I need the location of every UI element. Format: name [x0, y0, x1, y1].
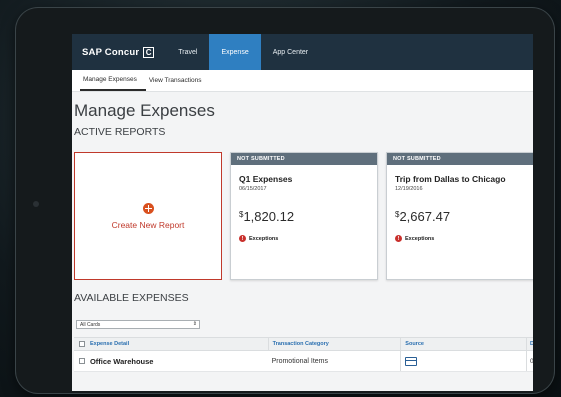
- top-navigation: SAP Concur C Travel Expense App Center: [72, 34, 533, 70]
- active-reports-heading: ACTIVE REPORTS: [74, 126, 166, 138]
- report-cards: Create New Report NOT SUBMITTED Q1 Expen…: [74, 152, 533, 280]
- available-expenses-heading: AVAILABLE EXPENSES: [74, 292, 189, 304]
- row-source: [400, 351, 526, 371]
- row-expense-detail: Office Warehouse: [89, 356, 154, 366]
- header-expense-detail[interactable]: Expense Detail: [90, 341, 268, 347]
- brand-name: SAP Concur: [82, 46, 140, 58]
- report-name: Q1 Expenses: [239, 174, 293, 184]
- exceptions-label: Exceptions: [405, 235, 435, 242]
- app-screen: SAP Concur C Travel Expense App Center M…: [72, 34, 533, 391]
- card-filter-select[interactable]: All Cards ⇕: [76, 320, 200, 329]
- exceptions-label: Exceptions: [249, 235, 279, 242]
- select-all-cell: [74, 341, 90, 347]
- tablet-frame: SAP Concur C Travel Expense App Center M…: [16, 8, 554, 393]
- credit-card-icon: [405, 356, 418, 366]
- alert-icon: !: [239, 235, 246, 242]
- tab-manage-expenses[interactable]: Manage Expenses: [80, 70, 146, 91]
- exceptions-indicator: ! Exceptions: [239, 235, 377, 242]
- row-select-cell: [74, 358, 90, 364]
- card-filter-value: All Cards: [80, 322, 101, 328]
- brand-logo[interactable]: SAP Concur C: [72, 34, 166, 70]
- select-all-checkbox[interactable]: [78, 341, 85, 347]
- nav-item-app-center[interactable]: App Center: [261, 34, 320, 70]
- create-report-card[interactable]: Create New Report: [74, 152, 222, 280]
- header-date[interactable]: Da: [526, 338, 533, 350]
- report-date: 06/15/2017: [239, 186, 267, 192]
- expenses-table: Expense Detail Transaction Category Sour…: [74, 337, 533, 372]
- table-row[interactable]: Office Warehouse Promotional Items 07: [74, 351, 533, 372]
- sub-navigation: Manage Expenses View Transactions: [72, 70, 533, 92]
- report-name: Trip from Dallas to Chicago: [395, 174, 506, 184]
- nav-item-expense[interactable]: Expense: [209, 34, 261, 70]
- page-title: Manage Expenses: [74, 101, 215, 120]
- create-report-label: Create New Report: [111, 219, 185, 230]
- brand-mark: C: [143, 46, 155, 58]
- amount-value: 2,667.47: [399, 209, 451, 224]
- select-arrows-icon: ⇕: [192, 321, 197, 327]
- report-amount: $1,820.12: [239, 209, 377, 224]
- plus-circle-icon: [142, 202, 154, 214]
- report-card[interactable]: NOT SUBMITTED Q1 Expenses 06/15/2017 $1,…: [230, 152, 378, 280]
- row-checkbox[interactable]: [78, 358, 85, 364]
- row-date: 07: [526, 351, 533, 371]
- alert-icon: !: [395, 235, 402, 242]
- report-amount: $2,667.47: [395, 209, 533, 224]
- row-transaction-category: Promotional Items: [271, 357, 328, 365]
- table-header: Expense Detail Transaction Category Sour…: [74, 337, 533, 351]
- exceptions-indicator: ! Exceptions: [395, 235, 533, 242]
- report-date: 12/19/2016: [395, 186, 423, 192]
- camera-dot: [33, 201, 39, 207]
- report-status: NOT SUBMITTED: [231, 153, 377, 165]
- tab-view-transactions[interactable]: View Transactions: [146, 70, 211, 91]
- report-status: NOT SUBMITTED: [387, 153, 533, 165]
- nav-item-travel[interactable]: Travel: [166, 34, 209, 70]
- amount-value: 1,820.12: [243, 209, 295, 224]
- header-source[interactable]: Source: [400, 338, 526, 350]
- report-card[interactable]: NOT SUBMITTED Trip from Dallas to Chicag…: [386, 152, 533, 280]
- header-transaction-category[interactable]: Transaction Category: [267, 338, 401, 350]
